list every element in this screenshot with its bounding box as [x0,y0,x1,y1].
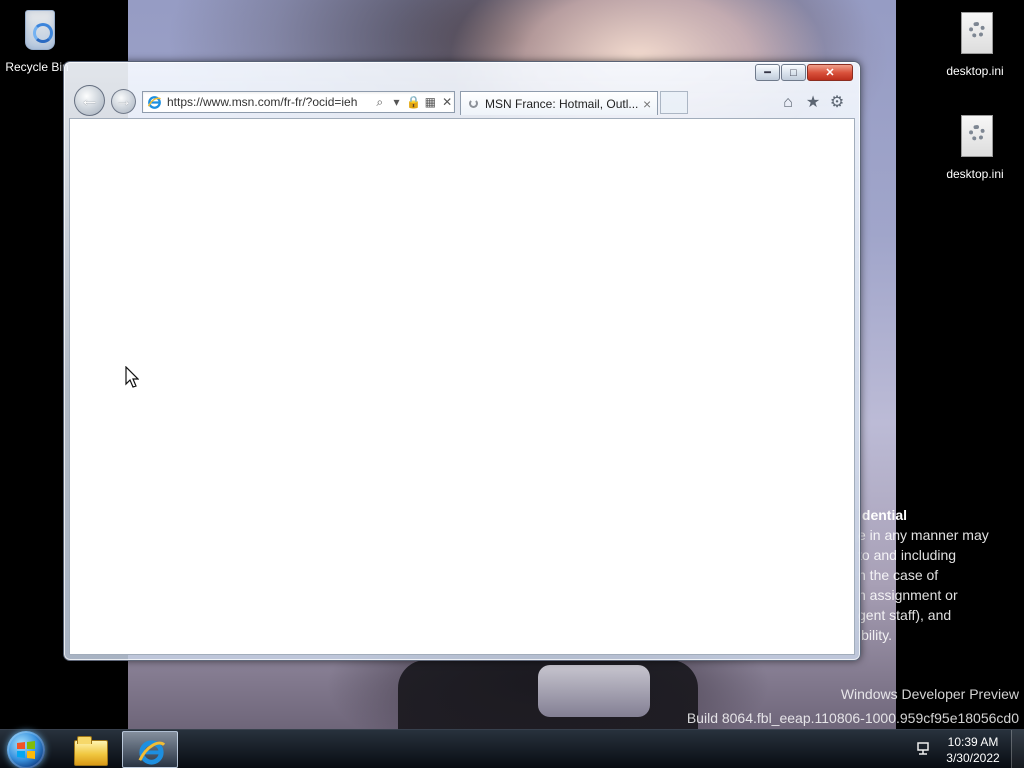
confidential-notice: idential e in any manner may to and incl… [858,505,1024,645]
window-controls: ━ □ ✕ [755,64,853,81]
desktop-ini-file-icon[interactable]: desktop.ini [936,12,1014,78]
desktop-ini-label-2: desktop.ini [946,167,1004,181]
desktop-ini-file-icon-2[interactable]: desktop.ini [936,115,1014,181]
start-button[interactable] [7,731,45,768]
stop-icon[interactable]: ✕ [440,95,454,109]
confidential-line-1: e in any manner may [858,527,989,543]
favorites-icon[interactable]: ★ [804,94,822,112]
taskbar: 10:39 AM 3/30/2022 [0,729,1024,768]
new-tab-button[interactable] [660,91,688,114]
internet-explorer-window[interactable]: ━ □ ✕ ← → https://www.msn.com/fr-fr/?oci… [63,61,861,661]
forward-arrow-icon: → [115,91,132,110]
confidential-line-2: to and including [858,547,957,563]
confidential-heading: idential [858,507,908,523]
windows-build-watermark: Windows Developer Preview Build 8064.fbl… [687,685,1019,727]
browser-content-area[interactable] [69,118,855,655]
address-bar[interactable]: https://www.msn.com/fr-fr/?ocid=ieh ⌕ ▾ … [142,91,455,113]
tab-msn-france[interactable]: MSN France: Hotmail, Outl... × [460,91,658,115]
folder-icon [74,736,108,766]
clock-time: 10:39 AM [947,735,999,749]
desktop-ini-label: desktop.ini [946,64,1004,78]
internet-explorer-site-icon [147,95,161,109]
maximize-button[interactable]: □ [781,64,806,81]
gear-icon[interactable]: ⚙ [828,94,846,112]
mouse-cursor-icon [125,366,139,388]
clock-date: 3/30/2022 [946,751,1000,765]
recycle-bin-label: Recycle Bin [5,60,69,74]
internet-explorer-taskbar-button[interactable] [122,731,178,768]
close-tab-icon[interactable]: × [643,96,651,112]
watermark-title: Windows Developer Preview [840,686,1019,702]
watermark-build: Build 8064.fbl_eeap.110806-1000.959cf95e… [686,710,1019,726]
settings-file-icon [953,115,997,163]
confidential-line-4: n assignment or [858,587,958,603]
loading-spinner-icon [469,99,478,108]
minimize-icon: ━ [764,67,771,79]
back-button[interactable]: ← [74,85,105,116]
lock-icon[interactable]: 🔒 [406,95,421,109]
internet-explorer-icon [138,740,166,765]
settings-file-icon [953,12,997,60]
compatibility-view-icon[interactable]: ▦ [423,95,437,109]
network-icon[interactable] [915,741,933,757]
search-icon[interactable]: ⌕ [373,95,387,109]
confidential-line-3: n the case of [858,567,939,583]
home-icon[interactable]: ⌂ [779,94,797,112]
tab-title: MSN France: Hotmail, Outl... [485,96,638,111]
desktop: Recycle Bin desktop.ini desktop.ini iden… [0,0,1024,768]
confidential-line-5: gent staff), and [858,607,952,623]
maximize-icon: □ [790,67,797,79]
back-arrow-icon: ← [79,89,100,111]
minimize-button[interactable]: ━ [755,64,780,81]
chevron-down-icon[interactable]: ▾ [390,95,404,109]
wallpaper-highlight [538,665,650,717]
forward-button[interactable]: → [111,89,136,114]
file-explorer-taskbar-button[interactable] [60,731,116,768]
confidential-line-6: ibility. [858,627,892,643]
url-field[interactable]: https://www.msn.com/fr-fr/?ocid=ieh [167,95,370,109]
close-icon: ✕ [825,67,835,79]
windows-start-icon [17,741,35,759]
system-clock[interactable]: 10:39 AM 3/30/2022 [938,734,1008,766]
close-window-button[interactable]: ✕ [807,64,853,81]
show-desktop-button[interactable] [1011,730,1024,768]
recycle-bin-icon [17,8,61,56]
